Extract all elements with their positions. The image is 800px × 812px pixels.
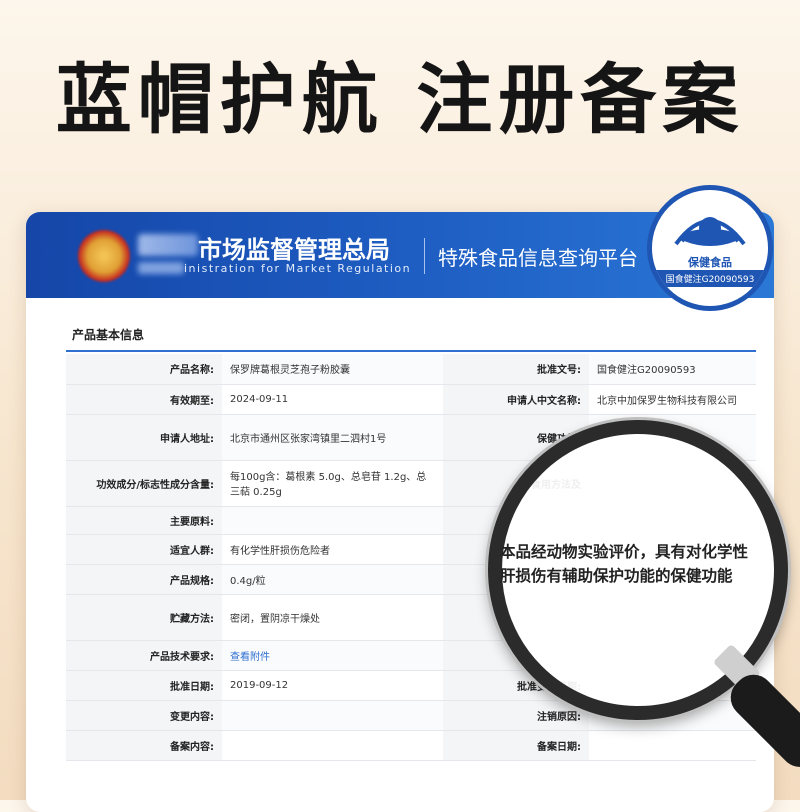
headline: 蓝帽护航 注册备案 (55, 55, 745, 144)
field-value: 0.4g/粒 (222, 564, 443, 595)
field-label: 备案内容: (66, 730, 222, 761)
field-value: 2024-09-11 (222, 384, 443, 415)
field-value: 每100g含：葛根素 5.0g、总皂苷 1.2g、总三萜 0.25g (222, 460, 443, 507)
table-row: 备案内容: 备案日期: (66, 730, 756, 761)
magnified-text: 本品经动物实验评价，具有对化学性 肝损伤有辅助保护功能的保健功能 (500, 540, 770, 588)
field-label: 产品规格: (66, 564, 222, 595)
blue-hat-icon (674, 217, 746, 248)
agency-name-cn: 市场监督管理总局 (198, 236, 390, 264)
section-title: 产品基本信息 (66, 322, 756, 352)
view-attachment-link[interactable]: 查看附件 (230, 652, 270, 663)
field-value (589, 730, 756, 761)
table-row: 有效期至: 2024-09-11 申请人中文名称: 北京中加保罗生物科技有限公司 (66, 384, 756, 415)
field-label: 贮藏方法: (66, 594, 222, 641)
field-value: 2019-09-12 (222, 670, 443, 701)
field-label: 备案日期: (443, 730, 589, 761)
field-value: 密闭，置阴凉干燥处 (222, 594, 443, 641)
table-row: 产品名称: 保罗牌葛根灵芝孢子粉胶囊 批准文号: 国食健注G20090593 (66, 354, 756, 385)
national-emblem-icon (78, 230, 130, 282)
field-label: 变更内容: (66, 700, 222, 731)
field-label: 主要原料: (66, 506, 222, 535)
field-value: 查看附件 (222, 640, 443, 671)
field-value (222, 700, 443, 731)
blue-hat-badge: 保健食品 国食健注G20090593 (647, 185, 773, 311)
banner-divider (424, 238, 425, 274)
magnified-line: 肝损伤有辅助保护功能的保健功能 (500, 567, 733, 585)
field-label: 产品技术要求: (66, 640, 222, 671)
field-label: 批准日期: (66, 670, 222, 701)
badge-approval-code: 国食健注G20090593 (652, 270, 768, 287)
field-value: 北京中加保罗生物科技有限公司 (589, 384, 756, 415)
field-label: 申请人地址: (66, 414, 222, 461)
badge-name: 保健食品 (688, 256, 732, 269)
magnified-line: 本品经动物实验评价，具有对化学性 (500, 543, 749, 561)
field-label: 批准文号: (443, 354, 589, 385)
field-label: 申请人中文名称: (443, 384, 589, 415)
field-value: 保罗牌葛根灵芝孢子粉胶囊 (222, 354, 443, 385)
field-value (222, 730, 443, 761)
blurred-logo-text (138, 234, 198, 256)
field-label: 注销原因: (443, 700, 589, 731)
field-label: 有效期至: (66, 384, 222, 415)
field-value: 国食健注G20090593 (589, 354, 756, 385)
field-label: 功效成分/标志性成分含量: (66, 460, 222, 507)
blurred-logo-subtext (138, 262, 184, 274)
field-value: 北京市通州区张家湾镇里二泗村1号 (222, 414, 443, 461)
agency-name-en: inistration for Market Regulation (184, 262, 412, 275)
field-value: 有化学性肝损伤危险者 (222, 534, 443, 565)
field-label: 适宜人群: (66, 534, 222, 565)
field-value (222, 506, 443, 535)
field-label: 产品名称: (66, 354, 222, 385)
platform-name: 特殊食品信息查询平台 (438, 246, 638, 270)
